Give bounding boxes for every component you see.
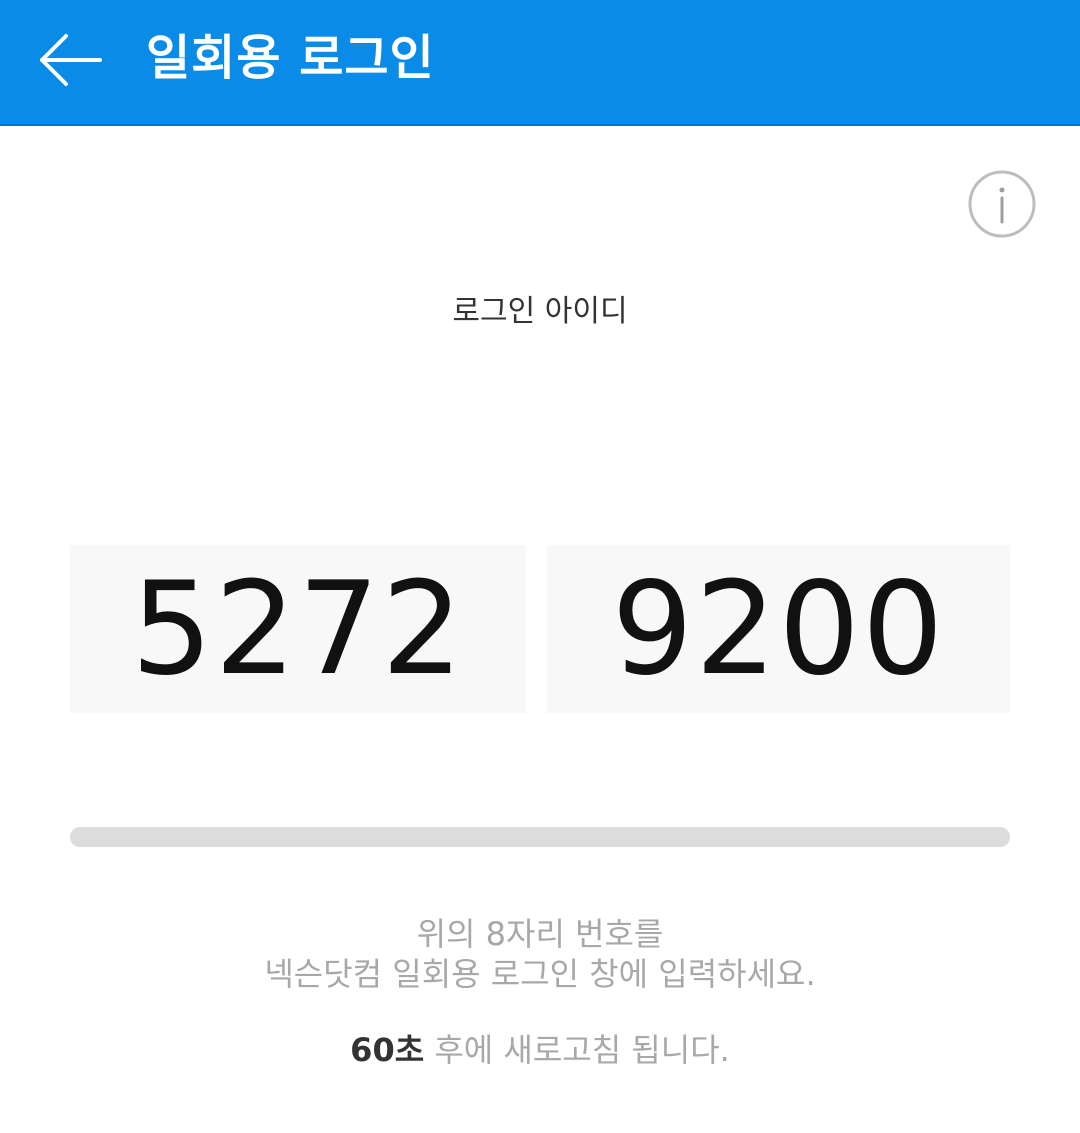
refresh-suffix: 후에 새로고침 됩니다.: [424, 1031, 730, 1069]
app-header: 일회용 로그인: [0, 0, 1080, 126]
login-code-part-2: 9200: [547, 545, 1010, 713]
instructions-line-1: 위의 8자리 번호를: [416, 915, 664, 953]
login-code-part-1: 5272: [70, 545, 526, 713]
back-button[interactable]: [36, 28, 106, 92]
arrow-left-icon: [40, 34, 102, 86]
page-title: 일회용 로그인: [146, 30, 435, 86]
refresh-progress-bar: [70, 827, 1010, 847]
instructions-text: 위의 8자리 번호를 넥슨닷컴 일회용 로그인 창에 입력하세요.: [0, 914, 1080, 994]
app-screen: 일회용 로그인 로그인 아이디 5272 9200 위의 8자리 번호를 넥슨닷…: [0, 0, 1080, 1133]
instructions-line-2: 넥슨닷컴 일회용 로그인 창에 입력하세요.: [264, 955, 816, 993]
info-button[interactable]: [968, 170, 1036, 238]
info-icon: [968, 170, 1036, 238]
refresh-progress-fill: [70, 827, 1010, 847]
login-id-label: 로그인 아이디: [452, 294, 628, 329]
refresh-note: 60초 후에 새로고침 됩니다.: [0, 1028, 1080, 1072]
refresh-seconds: 60초: [350, 1031, 425, 1069]
